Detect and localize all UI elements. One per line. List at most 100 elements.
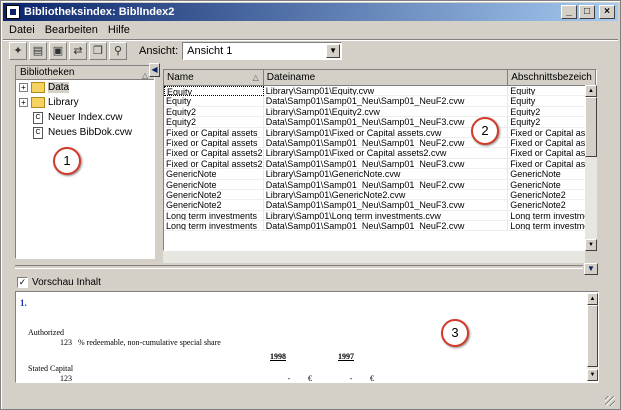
cell-name: Long term investments [164,221,264,232]
preview-vertical-scrollbar[interactable]: ▲ ▼ [587,293,598,381]
table-row[interactable]: Equity Library\Samp01\Equity.cvw Equity [164,86,596,97]
library-tree-header[interactable]: Bibliotheken △ [16,66,154,80]
document-icon: C [33,111,43,124]
table-row[interactable]: Long term investments Data\Samp01\Samp01_… [164,221,596,232]
scroll-down-icon[interactable]: ▼ [587,369,598,381]
table-row[interactable]: GenericNote Data\Samp01\Samp01_Neu\Samp01… [164,179,596,190]
window-controls: _ □ × [561,5,615,19]
preview-currency-1998: € [308,374,312,383]
preview-value-1997: - [336,374,366,382]
scroll-thumb[interactable] [587,305,598,367]
preview-authorized: Authorized [28,328,64,337]
preview-year-1997: 1997 [338,352,354,361]
preview-checkbox[interactable]: ✓ [17,277,28,288]
menu-bearbeiten[interactable]: Bearbeiten [45,22,98,38]
copy-icon[interactable]: ❐ [89,41,107,60]
title-bar[interactable]: Bibliotheksindex: BiblIndex2 _ □ × [3,3,618,21]
menu-hilfe[interactable]: Hilfe [108,22,130,38]
preview-currency-1997: € [370,374,374,383]
table-row[interactable]: Fixed or Capital assets Data\Samp01\Samp0… [164,137,596,149]
menu-datei[interactable]: Datei [9,22,35,38]
callout-2: 2 [471,117,499,145]
new-library-icon[interactable]: ✦ [9,41,27,60]
table-horizontal-scrollbar[interactable] [163,251,585,263]
cell-abschnitt: Long term investme [508,221,596,232]
tree-item-neues-bibdok[interactable]: C Neues BibDok.cvw [16,125,154,140]
sort-arrow-icon: △ [141,71,148,80]
cell-dateiname: Data\Samp01\Samp01_Neu\Samp01_NeuF3.cvw [263,158,509,170]
tree-item-neuer-index[interactable]: C Neuer Index.cvw [16,110,154,125]
library-list-icon[interactable]: ▤ [29,41,47,60]
cell-name: Fixed or Capital assets [164,127,264,138]
library-tree-panel: Bibliotheken △ + Data + Library C Neuer … [15,65,155,259]
scroll-up-icon[interactable]: ▲ [587,293,598,305]
cell-abschnitt: Equity2 [508,106,596,118]
scroll-thumb[interactable] [585,97,597,157]
table-row[interactable]: GenericNote2 Library\Samp01\GenericNote2.… [164,189,596,201]
preview-stated-capital: Stated Capital [28,364,74,373]
cell-name: GenericNote2 [164,189,264,201]
cell-dateiname: Data\Samp01\Samp01_Neu\Samp01_NeuF2.cvw [263,137,509,149]
table-row[interactable]: Fixed or Capital assets2 Library\Samp01\F… [164,148,596,159]
main-window: Bibliotheksindex: BiblIndex2 _ □ × Datei… [0,0,621,410]
binoculars-icon[interactable]: ⚲ [109,41,127,60]
cell-abschnitt: Long term investme [508,210,596,222]
cell-name: Equity2 [164,106,264,118]
cell-abschnitt: GenericNote2 [508,189,596,201]
scroll-down-icon[interactable]: ▼ [585,239,597,251]
ansicht-select[interactable]: Ansicht 1 ▼ [182,41,343,60]
cell-name: Equity2 [164,117,264,128]
cell-abschnitt: GenericNote [508,169,596,180]
tree-item-data[interactable]: + Data [16,80,154,95]
cell-name: Equity [164,96,264,107]
table-vertical-scrollbar[interactable]: ▲ ▼ [585,85,597,251]
preview-auth-desc: % redeemable, non-cumulative special sha… [78,338,221,347]
cell-name: Fixed or Capital assets [164,137,264,149]
column-header-name[interactable]: Name △ [164,70,264,85]
collapse-panel-button[interactable]: ◀ [149,63,160,77]
panel-splitter[interactable] [15,265,583,269]
preview-toggle[interactable]: ✓ Vorschau Inhalt [17,277,101,288]
ansicht-label: Ansicht: [139,44,179,57]
scroll-up-icon[interactable]: ▲ [585,85,597,97]
table-row[interactable]: Equity2 Library\Samp01\Equity2.cvw Equity2 [164,106,596,118]
preview-value-1998: - [274,374,304,382]
cell-abschnitt: GenericNote [508,179,596,190]
ansicht-value: Ansicht 1 [187,44,233,57]
table-body: Equity Library\Samp01\Equity.cvw Equity Equ… [164,86,596,232]
status-bar [3,393,618,408]
expand-icon[interactable]: + [19,98,28,107]
table-header: Name △ Dateiname Abschnittsbezeich [164,70,596,86]
cell-abschnitt: Fixed or Capital ass [508,137,596,149]
resize-grip-icon[interactable] [605,396,615,406]
chevron-down-icon[interactable]: ▼ [326,43,341,58]
column-header-dateiname[interactable]: Dateiname [264,70,509,85]
cell-name: Fixed or Capital assets2 [164,158,264,170]
expand-down-button[interactable]: ▼ [584,263,598,275]
tree-item-library[interactable]: + Library [16,95,154,110]
table-row[interactable]: Long term investments Library\Samp01\Long… [164,210,596,222]
table-row[interactable]: Equity2 Data\Samp01\Samp01_Neu\Samp01_Neu… [164,117,596,128]
cell-abschnitt: Equity [508,86,596,97]
cell-dateiname: Data\Samp01\Samp01_Neu\Samp01_NeuF2.cvw [263,96,509,107]
cell-abschnitt: Equity2 [508,117,596,128]
maximize-button[interactable]: □ [579,5,595,19]
table-row[interactable]: GenericNote2 Data\Samp01\Samp01_Neu\Samp0… [164,200,596,211]
close-button[interactable]: × [599,5,615,19]
cell-abschnitt: GenericNote2 [508,200,596,211]
expand-icon[interactable]: + [19,83,28,92]
cell-abschnitt: Equity [508,96,596,107]
table-row[interactable]: Equity Data\Samp01\Samp01_Neu\Samp01_NeuF… [164,96,596,107]
menu-bar: Datei Bearbeiten Hilfe [3,22,130,38]
monitor-icon[interactable]: ▣ [49,41,67,60]
table-row[interactable]: Fixed or Capital assets2 Data\Samp01\Samp… [164,158,596,170]
cell-abschnitt: Fixed or Capital ass [508,158,596,170]
minimize-button[interactable]: _ [561,5,577,19]
table-row[interactable]: GenericNote Library\Samp01\GenericNote.cv… [164,169,596,180]
column-header-abschnitt[interactable]: Abschnittsbezeich [508,70,596,85]
cell-name: GenericNote [164,169,264,180]
table-row[interactable]: Fixed or Capital assets Library\Samp01\Fi… [164,127,596,138]
preview-number: 1. [20,298,27,308]
sort-arrow-icon: △ [252,73,259,82]
connection-icon[interactable]: ⇄ [69,41,87,60]
